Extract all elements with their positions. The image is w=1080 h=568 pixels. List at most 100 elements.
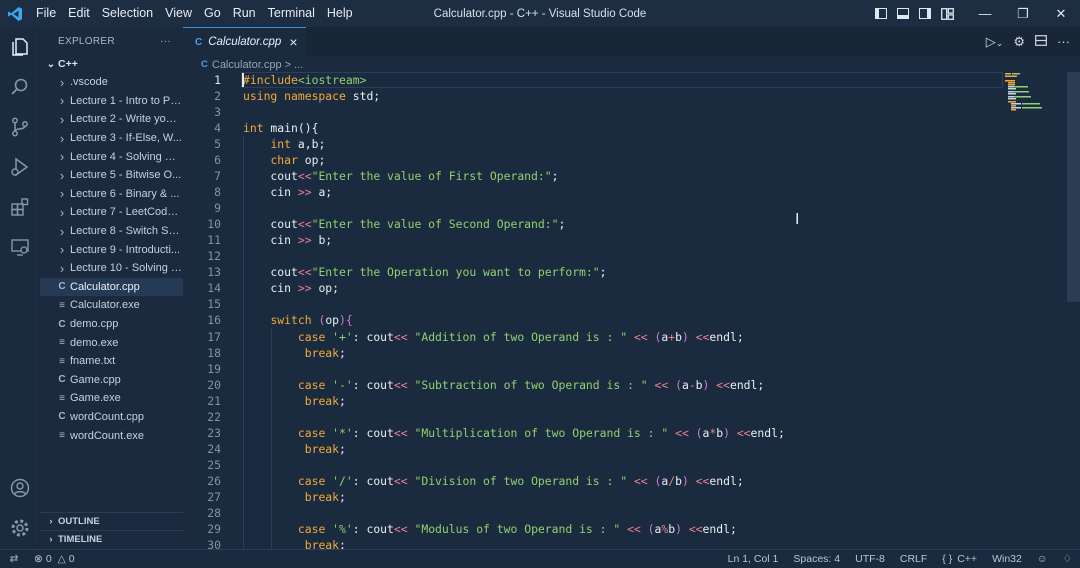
indentation[interactable]: Spaces: 4 [793, 553, 840, 565]
folder-item[interactable]: › Lecture 6 - Binary & ... [40, 185, 183, 204]
restore-button[interactable]: ❐ [1004, 0, 1042, 27]
folder-item[interactable]: › Lecture 8 - Switch Sta... [40, 222, 183, 241]
toggle-secondary-sidebar-button[interactable] [914, 0, 936, 27]
folder-item[interactable]: › .vscode [40, 73, 183, 92]
language-mode[interactable]: { } C++ [942, 553, 977, 565]
code-line[interactable]: 14 cin >> op; [183, 280, 1003, 297]
menu-help[interactable]: Help [321, 0, 359, 27]
code-token: << [393, 521, 408, 536]
file-item[interactable]: CwordCount.cpp [40, 408, 183, 427]
folder-item[interactable]: › Lecture 2 - Write your... [40, 110, 183, 129]
explorer-more-button[interactable]: ··· [160, 36, 171, 47]
platform[interactable]: Win32 [992, 553, 1022, 565]
encoding[interactable]: UTF-8 [855, 553, 885, 565]
code-line[interactable]: 27 break; [183, 488, 1003, 505]
code-line[interactable]: 19 [183, 360, 1003, 377]
code-line[interactable]: 3 [183, 104, 1003, 120]
folder-item[interactable]: › Lecture 3 - If-Else, W... [40, 129, 183, 148]
run-icon[interactable]: ▷⌄ [986, 34, 1004, 50]
file-item[interactable]: ≡ Game.exe [40, 389, 183, 408]
menu-run[interactable]: Run [227, 0, 262, 27]
code-line[interactable]: 10 cout<<"Enter the value of Second Oper… [183, 216, 1003, 233]
source-control-activity[interactable] [0, 107, 40, 147]
outline-section[interactable]: › OUTLINE [40, 512, 183, 530]
more-actions-icon[interactable]: ··· [1057, 34, 1070, 49]
code-line[interactable]: 2 using namespace std; [183, 88, 1003, 104]
code-line[interactable]: 16 switch (op){ [183, 312, 1003, 329]
close-window-button[interactable]: ✕ [1042, 0, 1080, 27]
code-line[interactable]: 23 case '*': cout<< "Multiplication of t… [183, 424, 1003, 441]
workspace-root-folder[interactable]: ⌄ C++ [40, 55, 183, 73]
code-line[interactable]: 13 cout<<"Enter the Operation you want t… [183, 264, 1003, 281]
remote-explorer-activity[interactable] [0, 227, 40, 267]
cursor-position[interactable]: Ln 1, Col 1 [728, 553, 779, 565]
timeline-section[interactable]: › TIMELINE [40, 530, 183, 548]
code-line[interactable]: 25 [183, 456, 1003, 473]
folder-item[interactable]: › Lecture 7 - LeetCode ... [40, 203, 183, 222]
code-line[interactable]: 20 case '-': cout<< "Subtraction of two … [183, 376, 1003, 393]
feedback-icon[interactable]: ☺ [1037, 553, 1048, 565]
remote-indicator-icon[interactable]: ⇄ [0, 553, 28, 565]
code-line[interactable]: 11 cin >> b; [183, 232, 1003, 249]
file-item[interactable]: C Game.cpp [40, 371, 183, 390]
code-line[interactable]: 22 [183, 408, 1003, 425]
manage-activity[interactable] [0, 508, 40, 548]
code-line[interactable]: 12 [183, 248, 1003, 265]
folder-item[interactable]: › Lecture 1 - Intro to Pr... [40, 92, 183, 111]
code-line[interactable]: 30 break; [183, 536, 1003, 549]
menu-terminal[interactable]: Terminal [262, 0, 321, 27]
minimap[interactable] [1003, 72, 1065, 549]
folder-item[interactable]: › Lecture 4 - Solving Pa... [40, 147, 183, 166]
file-item[interactable]: ≡ wordCount.exe [40, 426, 183, 445]
settings-gear-icon[interactable]: ⚙ [1013, 34, 1025, 50]
search-activity[interactable] [0, 67, 40, 107]
code-line[interactable]: 4 int main(){ [183, 120, 1003, 136]
code-line[interactable]: 24 break; [183, 440, 1003, 457]
folder-item[interactable]: › Lecture 10 - Solving L... [40, 259, 183, 278]
menu-go[interactable]: Go [198, 0, 227, 27]
accounts-activity[interactable] [0, 468, 40, 508]
menu-file[interactable]: File [30, 0, 62, 27]
code-line[interactable]: 6 char op; [183, 152, 1003, 169]
problems-indicator[interactable]: ⊗ 0 △ 0 [34, 553, 75, 565]
customize-layout-button[interactable] [936, 0, 958, 27]
code-line[interactable]: 26 case '/': cout<< "Division of two Ope… [183, 472, 1003, 489]
file-item[interactable]: ≡ fname.txt [40, 352, 183, 371]
code-editor[interactable]: 1 #include<iostream> 2 using namespace std;… [183, 72, 1003, 549]
close-icon[interactable]: × [289, 34, 297, 50]
notifications-bell-icon[interactable]: ♢ [1063, 553, 1072, 565]
code-line[interactable]: 21 break; [183, 392, 1003, 409]
tab-calculator-cpp[interactable]: C Calculator.cpp × [183, 27, 306, 56]
code-token: ) [723, 425, 730, 440]
menu-view[interactable]: View [159, 0, 198, 27]
code-line[interactable]: 28 [183, 504, 1003, 521]
toggle-panel-button[interactable] [892, 0, 914, 27]
vertical-scrollbar[interactable] [1067, 72, 1080, 302]
code-line[interactable]: 29 case '%': cout<< "Modulus of two Oper… [183, 520, 1003, 537]
minimize-button[interactable]: — [966, 0, 1004, 27]
folder-item[interactable]: › Lecture 9 - Introducti... [40, 240, 183, 259]
code-line[interactable]: 1 #include<iostream> [183, 72, 1003, 89]
breadcrumb-path[interactable]: Calculator.cpp > ... [212, 59, 303, 71]
menu-edit[interactable]: Edit [62, 0, 96, 27]
code-line[interactable]: 18 break; [183, 344, 1003, 361]
file-item[interactable]: C Calculator.cpp [40, 277, 183, 297]
file-item[interactable]: ≡ Calculator.exe [40, 296, 183, 315]
code-line[interactable]: 8 cin >> a; [183, 184, 1003, 201]
file-item[interactable]: Cdemo.cpp [40, 315, 183, 334]
extensions-activity[interactable] [0, 187, 40, 227]
explorer-activity[interactable] [0, 27, 40, 67]
end-of-line[interactable]: CRLF [900, 553, 927, 565]
code-line[interactable]: 5 int a,b; [183, 136, 1003, 153]
code-token: '-' [332, 377, 353, 392]
folder-item[interactable]: › Lecture 5 - Bitwise O... [40, 166, 183, 185]
run-debug-activity[interactable] [0, 147, 40, 187]
code-line[interactable]: 15 [183, 296, 1003, 313]
split-editor-icon[interactable] [1035, 34, 1047, 49]
file-item[interactable]: ≡ demo.exe [40, 333, 183, 352]
code-line[interactable]: 17 case '+': cout<< "Addition of two Ope… [183, 328, 1003, 345]
code-line[interactable]: 9 [183, 200, 1003, 217]
menu-selection[interactable]: Selection [96, 0, 159, 27]
code-line[interactable]: 7 cout<<"Enter the value of First Operan… [183, 168, 1003, 185]
toggle-primary-sidebar-button[interactable] [870, 0, 892, 27]
